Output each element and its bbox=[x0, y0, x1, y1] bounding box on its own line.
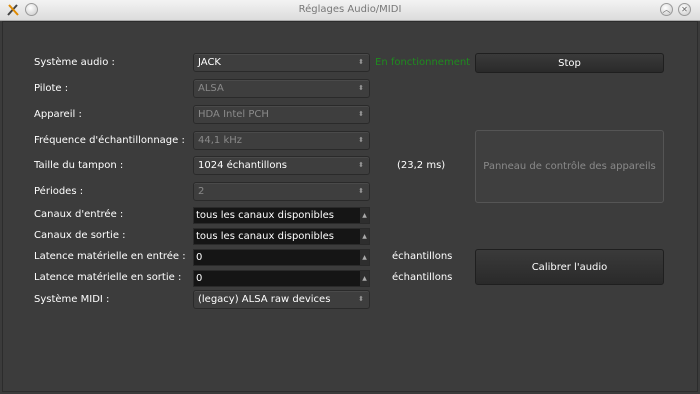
midi-system-label: Système MIDI : bbox=[34, 294, 110, 305]
sample-rate-label: Fréquence d'échantillonnage : bbox=[34, 135, 185, 146]
combo-arrows-icon: ⬍ bbox=[358, 187, 364, 195]
minimize-button[interactable]: ︿ bbox=[660, 3, 673, 16]
periods-value: 2 bbox=[198, 186, 205, 197]
audio-system-value: JACK bbox=[198, 57, 221, 68]
input-channels-field[interactable]: tous les canaux disponibles ▲ bbox=[193, 207, 370, 224]
driver-select[interactable]: ALSA ⬍ bbox=[193, 79, 370, 98]
title-bar: Réglages Audio/MIDI ︿ ✕ bbox=[0, 0, 700, 21]
spin-up-icon[interactable]: ▲ bbox=[360, 208, 369, 223]
combo-arrows-icon: ⬍ bbox=[358, 136, 364, 144]
sample-rate-select[interactable]: 44,1 kHz ⬍ bbox=[193, 131, 370, 150]
device-value: HDA Intel PCH bbox=[198, 109, 269, 120]
device-select[interactable]: HDA Intel PCH ⬍ bbox=[193, 105, 370, 124]
chevron-up-icon: ︿ bbox=[662, 4, 671, 14]
buffer-size-label: Taille du tampon : bbox=[34, 160, 124, 171]
midi-system-value: (legacy) ALSA raw devices bbox=[198, 294, 331, 305]
spin-up-icon[interactable]: ▲ bbox=[360, 229, 369, 244]
combo-arrows-icon: ⬍ bbox=[358, 161, 364, 169]
driver-label: Pilote : bbox=[34, 83, 69, 94]
input-latency-unit: échantillons bbox=[392, 251, 453, 262]
output-latency-unit: échantillons bbox=[392, 272, 453, 283]
audio-system-select[interactable]: JACK ⬍ bbox=[193, 53, 370, 72]
device-label: Appareil : bbox=[34, 109, 82, 120]
output-channels-label: Canaux de sortie : bbox=[34, 230, 126, 241]
buffer-size-select[interactable]: 1024 échantillons ⬍ bbox=[193, 156, 370, 175]
device-control-panel-button[interactable]: Panneau de contrôle des appareils bbox=[475, 130, 664, 203]
output-latency-value: 0 bbox=[196, 273, 203, 284]
input-latency-value: 0 bbox=[196, 252, 203, 263]
stop-button-label: Stop bbox=[558, 57, 581, 69]
midi-system-select[interactable]: (legacy) ALSA raw devices ⬍ bbox=[193, 290, 370, 309]
device-control-panel-label: Panneau de contrôle des appareils bbox=[483, 161, 656, 172]
combo-arrows-icon: ⬍ bbox=[358, 84, 364, 92]
spin-up-icon[interactable]: ▲ bbox=[360, 250, 369, 265]
driver-value: ALSA bbox=[198, 83, 224, 94]
calibrate-audio-button[interactable]: Calibrer l'audio bbox=[475, 249, 664, 285]
output-latency-label: Latence matérielle en sortie : bbox=[34, 272, 182, 283]
periods-label: Périodes : bbox=[34, 186, 84, 197]
combo-arrows-icon: ⬍ bbox=[358, 58, 364, 66]
output-channels-field[interactable]: tous les canaux disponibles ▲ bbox=[193, 228, 370, 245]
sample-rate-value: 44,1 kHz bbox=[198, 135, 243, 146]
input-latency-label: Latence matérielle en entrée : bbox=[34, 251, 186, 262]
stop-button[interactable]: Stop bbox=[475, 53, 664, 73]
spin-up-icon[interactable]: ▲ bbox=[360, 271, 369, 286]
periods-select[interactable]: 2 ⬍ bbox=[193, 182, 370, 201]
buffer-size-value: 1024 échantillons bbox=[198, 160, 288, 171]
close-icon: ✕ bbox=[681, 4, 688, 14]
close-button[interactable]: ✕ bbox=[678, 3, 691, 16]
input-latency-field[interactable]: 0 ▲ bbox=[193, 249, 370, 266]
combo-arrows-icon: ⬍ bbox=[358, 295, 364, 303]
output-channels-value: tous les canaux disponibles bbox=[196, 231, 335, 242]
input-channels-label: Canaux d'entrée : bbox=[34, 209, 124, 220]
calibrate-audio-label: Calibrer l'audio bbox=[531, 261, 608, 273]
buffer-latency-text: (23,2 ms) bbox=[397, 160, 446, 171]
status-running-text: En fonctionnement bbox=[375, 57, 471, 68]
combo-arrows-icon: ⬍ bbox=[358, 110, 364, 118]
input-channels-value: tous les canaux disponibles bbox=[196, 210, 335, 221]
audio-system-label: Système audio : bbox=[34, 57, 115, 68]
output-latency-field[interactable]: 0 ▲ bbox=[193, 270, 370, 287]
window-title: Réglages Audio/MIDI bbox=[298, 4, 402, 15]
